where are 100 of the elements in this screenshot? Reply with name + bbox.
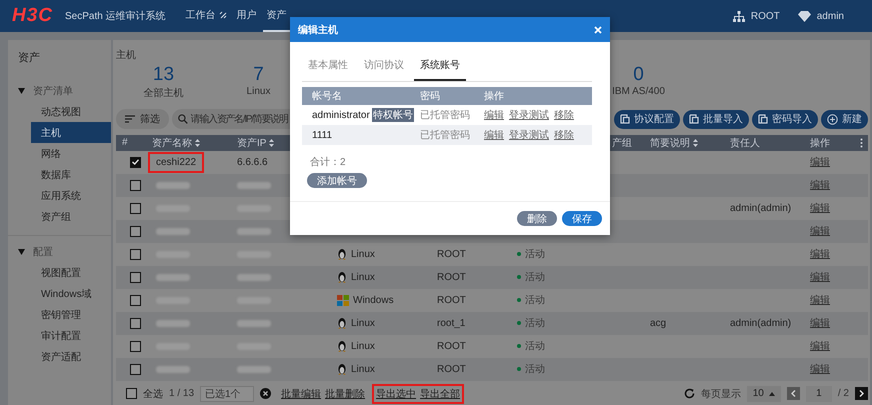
tab[interactable]: 基本属性 <box>302 50 354 81</box>
action-link[interactable]: 登录测试 <box>509 108 549 122</box>
table-cell: ROOT <box>437 364 466 375</box>
action-button[interactable]: 新建 <box>821 110 868 128</box>
dialog-button[interactable]: 删除 <box>517 211 557 226</box>
edit-link[interactable]: 编辑 <box>810 339 830 354</box>
table-cell: Linux <box>351 364 375 375</box>
column-header[interactable]: 简要说明 <box>650 136 690 150</box>
caret-icon[interactable] <box>18 249 25 255</box>
user-name[interactable]: admin <box>816 10 844 22</box>
edit-link[interactable]: 编辑 <box>810 293 830 308</box>
sidebar-item[interactable]: 资产组 <box>31 206 111 227</box>
column-header: 密码 <box>420 90 441 103</box>
action-link[interactable]: 移除 <box>554 108 574 122</box>
previous-page-button[interactable] <box>786 387 800 400</box>
action-button[interactable]: 密码导入 <box>752 110 818 128</box>
status-dot <box>517 321 521 326</box>
checkbox[interactable] <box>130 180 141 191</box>
sidebar-item[interactable]: 网络 <box>31 143 111 164</box>
column-header[interactable]: 资产IP <box>237 136 266 150</box>
footer-link[interactable]: 导出全部 <box>420 386 460 401</box>
sidebar-item[interactable]: 视图配置 <box>31 262 111 283</box>
column-header: 产组 <box>612 136 632 150</box>
checkbox[interactable] <box>130 272 141 283</box>
close-button[interactable] <box>594 26 602 34</box>
checkbox[interactable] <box>130 364 141 375</box>
table-cell: ROOT <box>437 248 466 260</box>
tag: 特权帐号 <box>372 108 414 122</box>
tree-group-label[interactable]: 配置 <box>33 245 53 259</box>
next-page-button[interactable] <box>855 387 868 400</box>
edit-link[interactable]: 编辑 <box>810 224 830 238</box>
action-link[interactable]: 移除 <box>554 128 574 142</box>
caret-icon <box>768 392 775 396</box>
sort-icon[interactable] <box>195 138 200 147</box>
refresh-icon[interactable] <box>684 388 695 400</box>
select-all-label[interactable]: 全选 <box>143 386 163 401</box>
edit-link[interactable]: 编辑 <box>810 316 830 330</box>
nav-tab[interactable]: 工作台 <box>182 0 231 32</box>
footer-link[interactable]: 批量删除 <box>325 386 366 401</box>
sidebar-item[interactable]: 主机 <box>31 122 111 143</box>
diamond-icon <box>798 10 811 22</box>
checkbox[interactable] <box>126 388 137 400</box>
checkbox[interactable] <box>130 340 141 352</box>
tab[interactable]: 访问协议 <box>358 50 410 81</box>
windows-icon <box>337 294 349 306</box>
table-cell: ROOT <box>437 272 466 283</box>
sort-icon[interactable] <box>269 138 274 147</box>
checkbox[interactable] <box>130 318 141 329</box>
caret-icon[interactable] <box>18 88 25 94</box>
copy-icon <box>758 114 768 124</box>
clear-icon[interactable] <box>260 388 272 400</box>
selection-field[interactable]: 已选1个 <box>200 386 254 402</box>
sidebar-item[interactable]: 审计配置 <box>31 325 111 346</box>
nav-tab[interactable]: 用户 <box>232 0 261 32</box>
penguin-icon <box>337 271 347 284</box>
edit-link[interactable]: 编辑 <box>810 178 830 192</box>
add-account-button[interactable]: 添加帐号 <box>307 173 367 188</box>
table-cell: root_1 <box>437 318 466 329</box>
sidebar-item[interactable]: Windows域 <box>31 283 111 304</box>
page-size-select[interactable]: 10 <box>746 386 781 402</box>
sidebar-item[interactable]: 密钥管理 <box>31 304 111 325</box>
tree-group-label[interactable]: 资产清单 <box>33 84 73 98</box>
sort-icon[interactable] <box>693 138 698 147</box>
footer-link[interactable]: 批量编辑 <box>281 386 322 401</box>
filter-button[interactable]: 筛选 <box>116 109 169 129</box>
plus-circle-icon <box>827 114 838 124</box>
edit-link[interactable]: 编辑 <box>810 247 830 262</box>
action-button[interactable]: 批量导入 <box>683 110 749 128</box>
page-field[interactable]: 1 <box>806 386 832 402</box>
sidebar-item[interactable]: 资产适配 <box>31 346 111 367</box>
checkbox[interactable] <box>130 202 141 214</box>
checkbox[interactable] <box>130 226 141 237</box>
account-name: 1111 <box>312 130 332 140</box>
action-link[interactable]: 登录测试 <box>509 128 549 142</box>
action-link[interactable]: 编辑 <box>484 128 504 142</box>
stat-label: IBM AS/400 <box>612 86 665 97</box>
sidebar-item[interactable]: 数据库 <box>31 164 111 185</box>
status-text: 活动 <box>525 248 545 262</box>
footer-link[interactable]: 导出选中 <box>376 386 416 401</box>
action-link[interactable]: 编辑 <box>484 108 504 122</box>
column-header[interactable]: 资产名称 <box>152 136 192 150</box>
checkbox[interactable] <box>130 156 141 168</box>
sidebar-item[interactable]: 应用系统 <box>31 185 111 206</box>
edit-link[interactable]: 编辑 <box>810 362 830 376</box>
edit-link[interactable]: 编辑 <box>810 201 830 216</box>
sidebar-item[interactable]: 动态视图 <box>31 101 111 122</box>
checkbox[interactable] <box>130 294 141 306</box>
table-cell: Linux <box>351 340 375 352</box>
page-title: 主机 <box>116 48 137 62</box>
checkbox[interactable] <box>130 248 141 260</box>
logo: H3C <box>12 5 54 27</box>
edit-link[interactable]: 编辑 <box>810 270 830 284</box>
dialog-button[interactable]: 保存 <box>562 211 602 226</box>
blurred-text <box>237 320 271 327</box>
action-button[interactable]: 协议配置 <box>614 110 680 128</box>
org-name[interactable]: ROOT <box>750 10 780 22</box>
table-cell: Linux <box>351 248 375 260</box>
edit-link[interactable]: 编辑 <box>810 155 830 170</box>
more-icon[interactable] <box>860 138 862 148</box>
tab[interactable]: 系统账号 <box>414 50 466 81</box>
